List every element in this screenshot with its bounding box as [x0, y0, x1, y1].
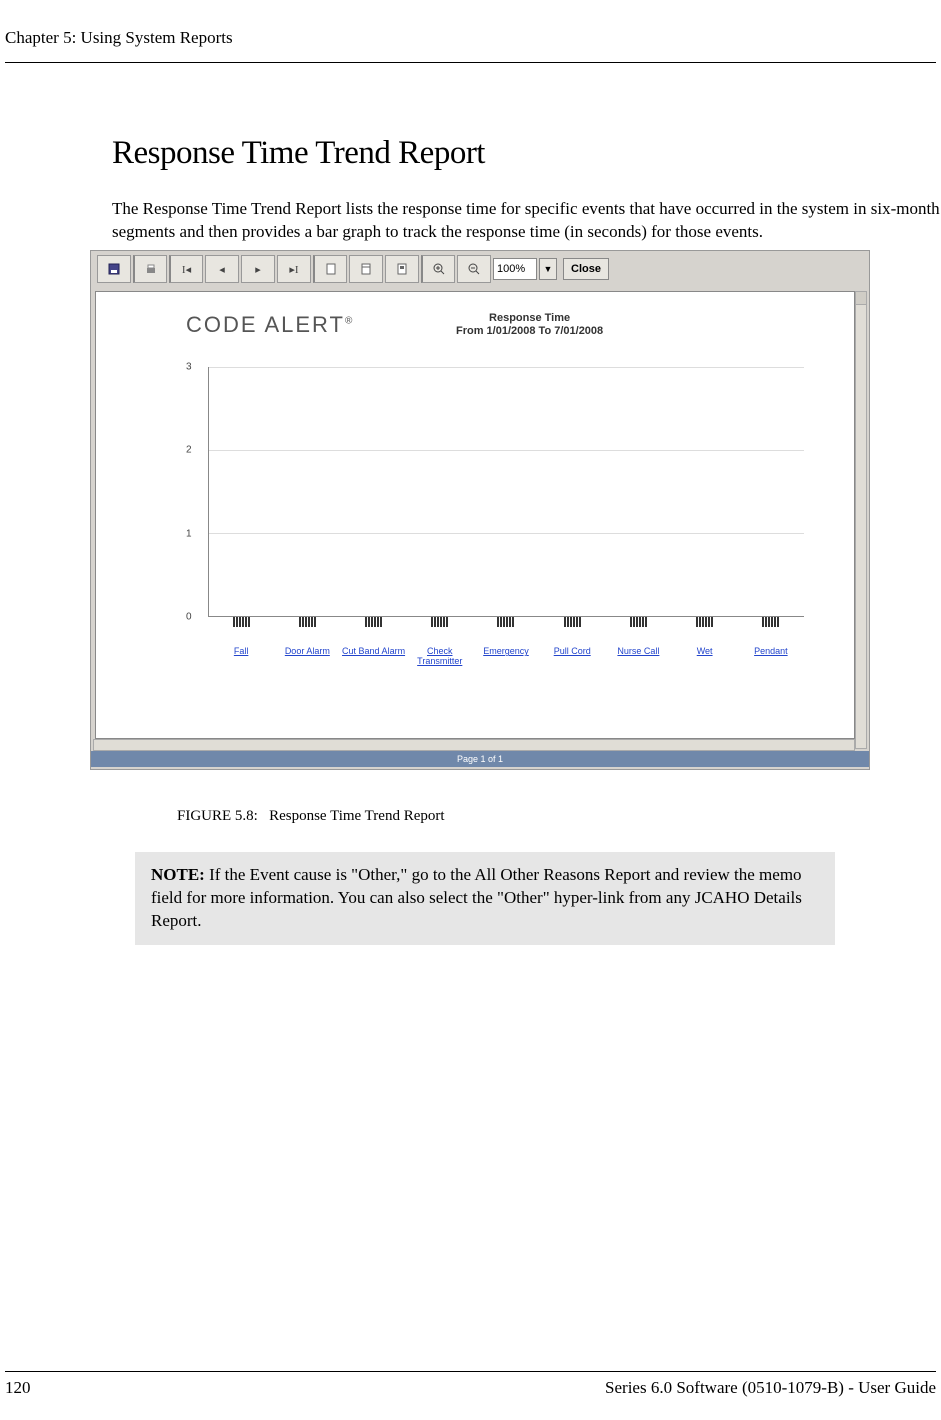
- zoom-dropdown-icon[interactable]: ▼: [539, 258, 557, 280]
- report-title: Response Time: [456, 312, 603, 325]
- last-page-button[interactable]: ▸I: [277, 255, 311, 283]
- horizontal-scrollbar[interactable]: [93, 739, 855, 751]
- y-tick: 3: [186, 362, 192, 373]
- section-title: Response Time Trend Report: [112, 135, 485, 172]
- report-date-range: From 1/01/2008 To 7/01/2008: [456, 325, 603, 338]
- header-divider: [5, 62, 936, 63]
- fit-page-icon[interactable]: [385, 255, 419, 283]
- response-time-chart: 3 2 1 0 Fall: [186, 367, 804, 657]
- chart-category-link[interactable]: Door Alarm: [274, 647, 340, 667]
- first-page-button[interactable]: I◂: [169, 255, 203, 283]
- page-indicator: Page 1 of 1: [91, 751, 869, 767]
- y-tick: 1: [186, 528, 192, 539]
- y-tick: 2: [186, 445, 192, 456]
- figure-number: FIGURE 5.8:: [177, 808, 258, 824]
- chart-category-link[interactable]: Fall: [208, 647, 274, 667]
- chart-category-link[interactable]: Emergency: [473, 647, 539, 667]
- chart-category-link[interactable]: Pull Cord: [539, 647, 605, 667]
- figure-text: Response Time Trend Report: [269, 808, 444, 824]
- chart-category-link[interactable]: Check Transmitter: [407, 647, 473, 667]
- chart-y-axis: 3 2 1 0: [186, 367, 206, 617]
- new-page-icon[interactable]: [313, 255, 347, 283]
- report-page: CODE ALERT® Response Time From 1/01/2008…: [186, 312, 804, 718]
- print-button[interactable]: [133, 255, 167, 283]
- prev-page-button[interactable]: ◂: [205, 255, 239, 283]
- chart-plot-area: [208, 367, 804, 617]
- report-viewport: CODE ALERT® Response Time From 1/01/2008…: [95, 291, 855, 739]
- note-label: NOTE:: [151, 865, 205, 884]
- note-text: If the Event cause is "Other," go to the…: [151, 865, 802, 930]
- report-viewer-screenshot: I◂ ◂ ▸ ▸I 100% ▼ Close CODE ALERT® Respo…: [90, 250, 870, 770]
- chart-category-link[interactable]: Cut Band Alarm: [340, 647, 406, 667]
- zoom-level-input[interactable]: 100%: [493, 258, 537, 280]
- page-number: 120: [5, 1378, 31, 1398]
- close-button[interactable]: Close: [563, 258, 609, 280]
- report-title-block: Response Time From 1/01/2008 To 7/01/200…: [456, 312, 603, 338]
- note-box: NOTE: If the Event cause is "Other," go …: [135, 852, 835, 945]
- section-body-text: The Response Time Trend Report lists the…: [112, 198, 941, 244]
- chart-category-link[interactable]: Wet: [672, 647, 738, 667]
- viewer-toolbar: I◂ ◂ ▸ ▸I 100% ▼ Close: [91, 251, 869, 287]
- zoom-out-button[interactable]: [457, 255, 491, 283]
- zoom-in-button[interactable]: [421, 255, 455, 283]
- chapter-header: Chapter 5: Using System Reports: [5, 28, 233, 48]
- chart-x-ticks: [208, 617, 804, 629]
- y-tick: 0: [186, 612, 192, 623]
- vertical-scrollbar[interactable]: [855, 291, 867, 749]
- footer-divider: [5, 1371, 936, 1372]
- fit-width-icon[interactable]: [349, 255, 383, 283]
- figure-caption: FIGURE 5.8: Response Time Trend Report: [177, 808, 445, 825]
- footer-doc-title: Series 6.0 Software (0510-1079-B) - User…: [605, 1378, 936, 1398]
- chart-category-link[interactable]: Pendant: [738, 647, 804, 667]
- next-page-button[interactable]: ▸: [241, 255, 275, 283]
- chart-category-link[interactable]: Nurse Call: [605, 647, 671, 667]
- save-button[interactable]: [97, 255, 131, 283]
- chart-x-labels: Fall Door Alarm Cut Band Alarm Check Tra…: [208, 647, 804, 667]
